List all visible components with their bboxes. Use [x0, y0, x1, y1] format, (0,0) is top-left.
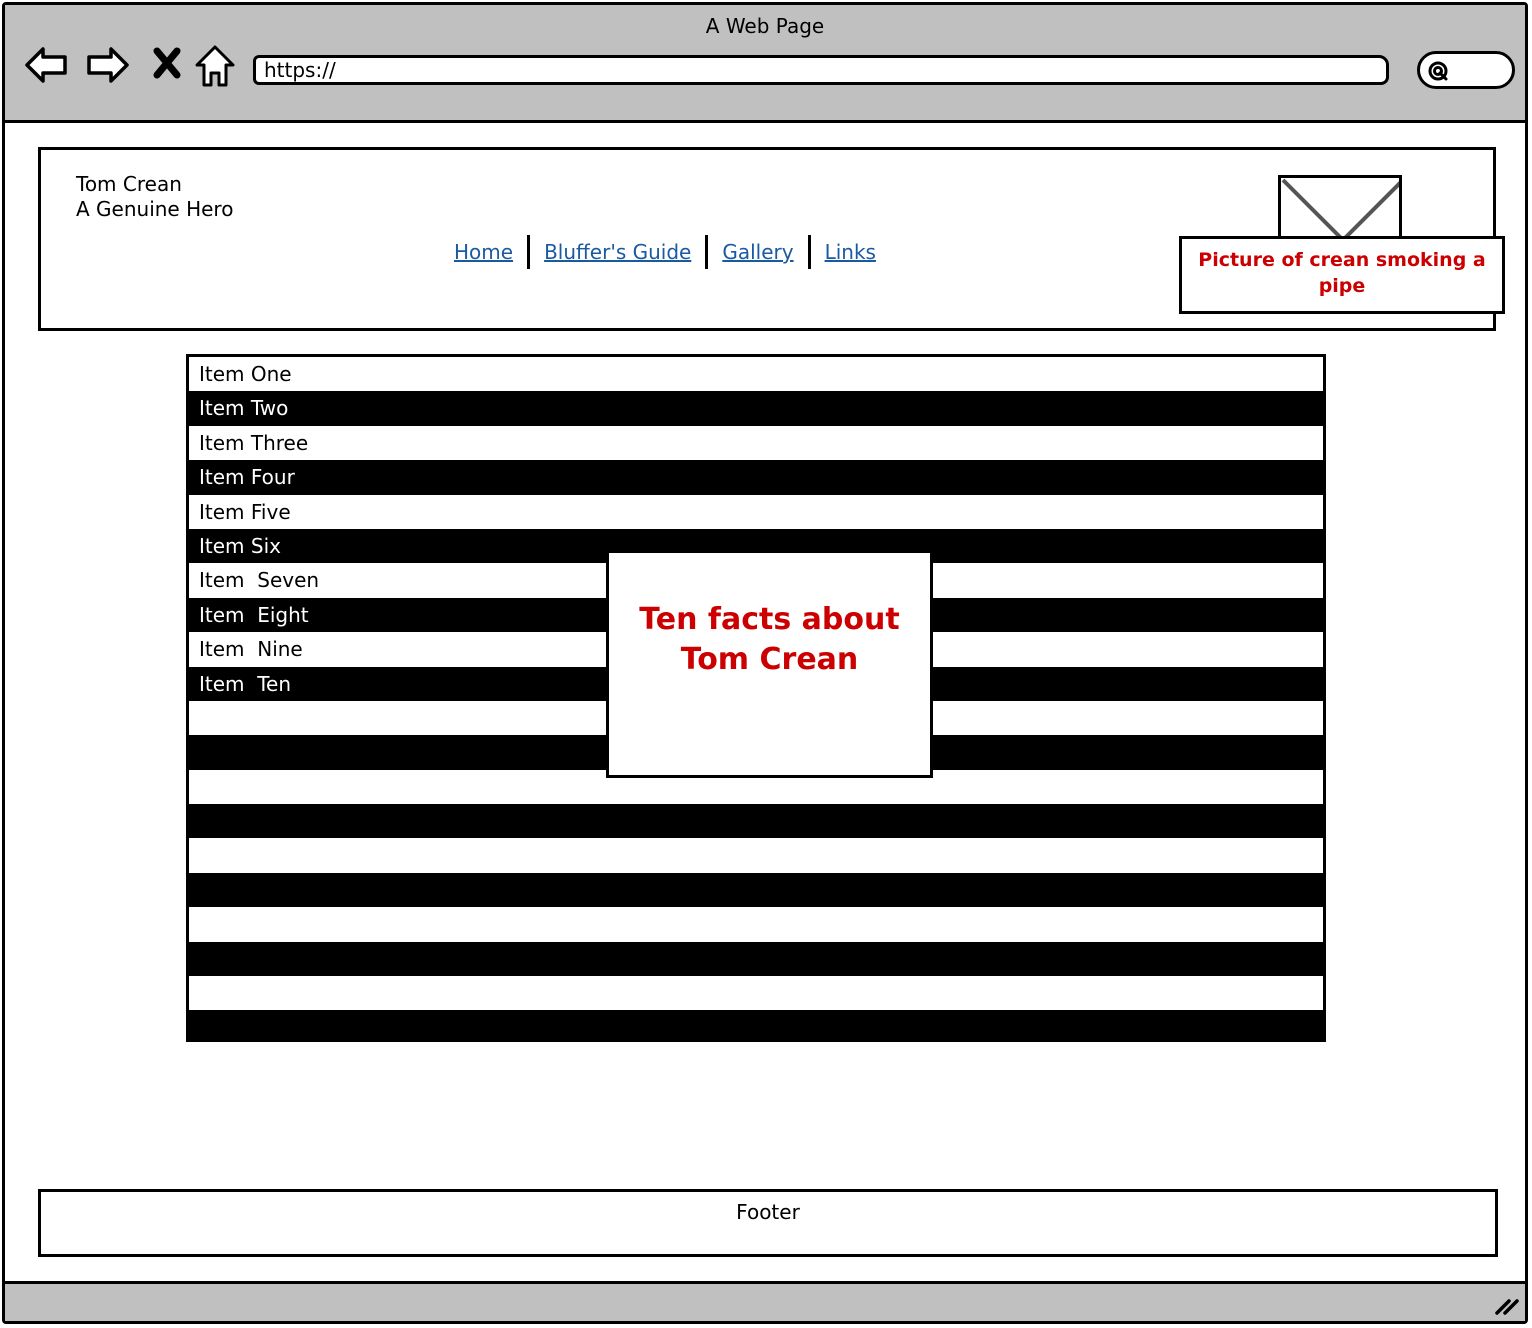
site-branding: Tom Crean A Genuine Hero: [76, 172, 233, 222]
home-icon[interactable]: [191, 41, 239, 89]
nav-link-links[interactable]: Links: [825, 240, 876, 264]
window-title: A Web Page: [705, 14, 825, 38]
list-item: [189, 1010, 1323, 1039]
list-item: Item Four: [189, 460, 1323, 495]
browser-toolbar: A Web Page https://: [5, 5, 1525, 123]
site-title: Tom Crean: [76, 172, 182, 196]
list-item: [189, 872, 1323, 908]
nav-divider: [705, 235, 709, 269]
back-arrow-icon[interactable]: [23, 41, 71, 89]
close-icon[interactable]: [147, 41, 195, 89]
search-icon: [1428, 61, 1448, 81]
forward-arrow-icon[interactable]: [83, 41, 131, 89]
image-placeholder: [1278, 175, 1402, 241]
list-item: [189, 838, 1323, 873]
list-item: [189, 976, 1323, 1011]
image-placeholder-icon: [1281, 178, 1399, 238]
resize-grip-icon[interactable]: [1493, 1293, 1521, 1317]
site-tagline: A Genuine Hero: [76, 197, 234, 221]
url-input[interactable]: https://: [253, 55, 1389, 85]
nav-divider: [807, 235, 811, 269]
list-item: Item One: [189, 357, 1323, 392]
site-footer: Footer: [38, 1189, 1498, 1257]
nav-link-gallery[interactable]: Gallery: [722, 240, 793, 264]
nav-link-bluffers-guide[interactable]: Bluffer's Guide: [544, 240, 691, 264]
list-item: [189, 907, 1323, 942]
list-item: Item Three: [189, 425, 1323, 461]
footer-label: Footer: [736, 1200, 800, 1224]
status-bar: [5, 1281, 1525, 1321]
list-item: [189, 804, 1323, 839]
search-field[interactable]: [1417, 51, 1515, 89]
image-caption-note: Picture of crean smoking a pipe: [1179, 236, 1505, 314]
list-item: Item Five: [189, 494, 1323, 529]
list-item: [189, 941, 1323, 977]
nav-link-home[interactable]: Home: [454, 240, 513, 264]
list-item: Item Two: [189, 391, 1323, 426]
main-nav: Home Bluffer's Guide Gallery Links: [454, 235, 876, 269]
nav-divider: [527, 235, 531, 269]
facts-title-box: Ten facts about Tom Crean: [606, 550, 933, 778]
